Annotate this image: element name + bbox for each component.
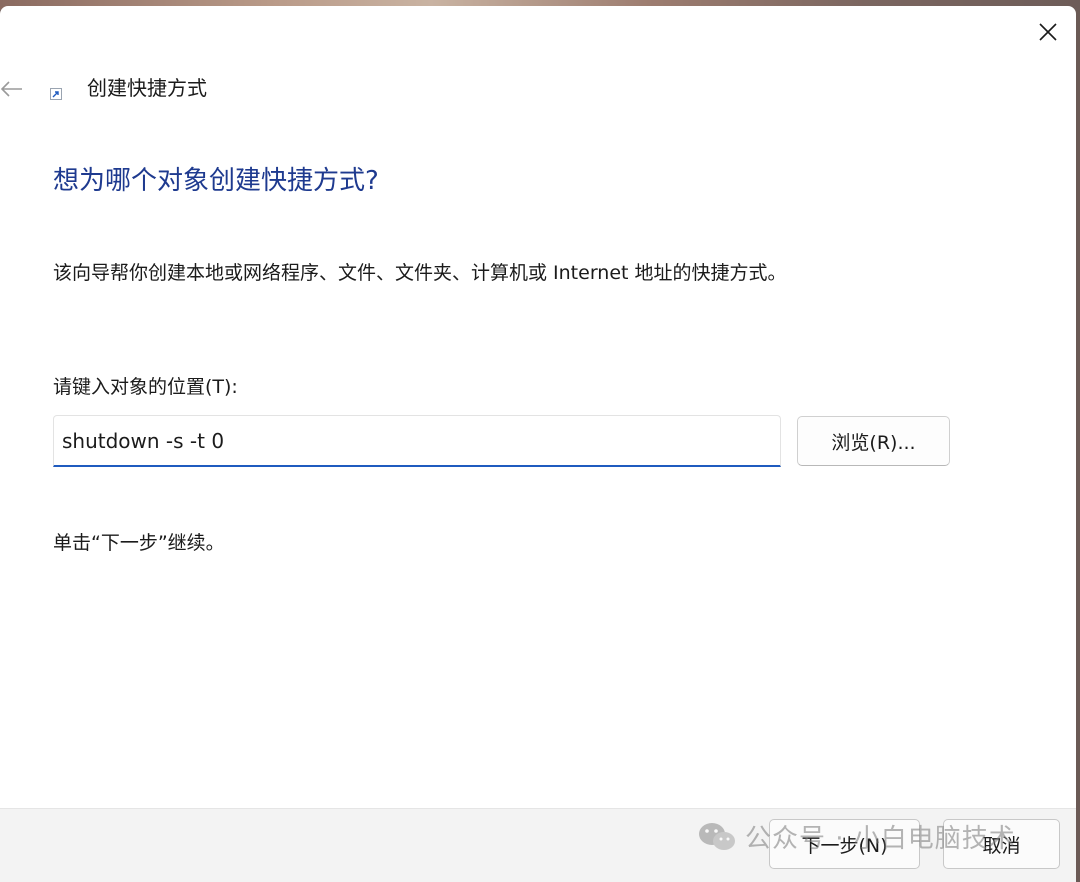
browse-button[interactable]: 浏览(R)... — [797, 416, 950, 466]
close-icon — [1039, 23, 1057, 41]
window-title: 创建快捷方式 — [87, 76, 207, 100]
cancel-button[interactable]: 取消 — [943, 819, 1060, 869]
close-button[interactable] — [1030, 14, 1066, 50]
back-arrow-icon — [1, 81, 22, 97]
next-button[interactable]: 下一步(N) — [769, 819, 920, 869]
location-label: 请键入对象的位置(T): — [53, 376, 238, 398]
wizard-description: 该向导帮你创建本地或网络程序、文件、文件夹、计算机或 Internet 地址的快… — [53, 262, 787, 284]
location-input[interactable] — [53, 415, 781, 467]
back-button[interactable] — [0, 74, 24, 104]
shortcut-icon — [50, 88, 62, 100]
page-heading: 想为哪个对象创建快捷方式? — [53, 166, 379, 196]
create-shortcut-dialog: 创建快捷方式 想为哪个对象创建快捷方式? 该向导帮你创建本地或网络程序、文件、文… — [0, 6, 1076, 882]
continue-hint: 单击“下一步”继续。 — [53, 532, 225, 554]
